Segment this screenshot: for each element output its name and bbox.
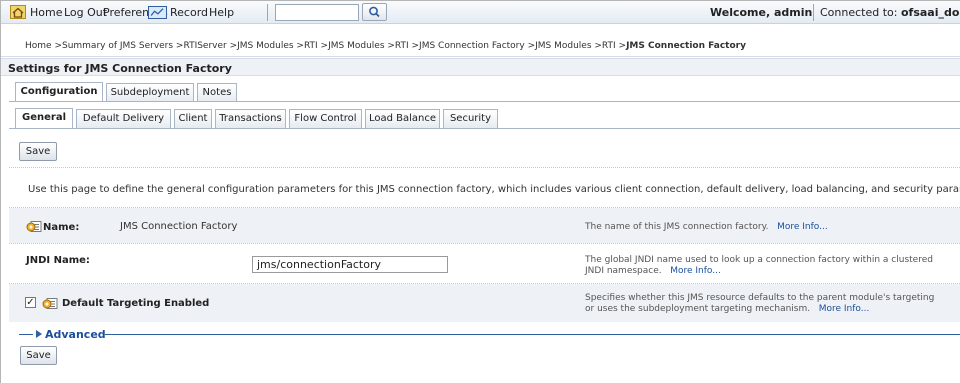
targeting-help: Specifies whether this JMS resource defa…	[585, 293, 934, 315]
breadcrumb: Home >Summary of JMS Servers >RTIServer …	[25, 41, 746, 51]
breadcrumb-path[interactable]: Home >Summary of JMS Servers >RTIServer …	[25, 41, 626, 51]
divider	[9, 243, 960, 244]
subtab-client[interactable]: Client	[174, 109, 212, 128]
targeting-help-line1: Specifies whether this JMS resource defa…	[585, 293, 935, 303]
tab-subdeployment[interactable]: Subdeployment	[106, 83, 194, 102]
record-icon[interactable]	[148, 6, 167, 19]
help-link[interactable]: Help	[209, 6, 234, 19]
gear-icon[interactable]	[42, 297, 58, 310]
divider	[9, 167, 960, 168]
name-help: The name of this JMS connection factory.…	[585, 222, 828, 233]
home-icon[interactable]	[10, 5, 26, 19]
default-targeting-label: Default Targeting Enabled	[62, 298, 210, 309]
targeting-help-line2: or uses the subdeployment targeting mech…	[585, 304, 811, 314]
advanced-toggle[interactable]: Advanced	[45, 328, 106, 341]
tab-notes[interactable]: Notes	[197, 83, 237, 102]
connected-info: Connected to: ofsaai_doma	[820, 6, 960, 19]
subtab-flow-control[interactable]: Flow Control	[289, 109, 362, 128]
toolbar-divider-right	[813, 4, 814, 21]
domain-name: ofsaai_doma	[900, 6, 960, 19]
search-input[interactable]	[275, 4, 359, 21]
targeting-more-info-link[interactable]: More Info...	[819, 304, 870, 314]
toolbar-divider	[267, 4, 268, 21]
name-help-text: The name of this JMS connection factory.	[585, 222, 769, 232]
welcome-text: Welcome, admin	[710, 6, 813, 19]
record-link[interactable]: Record	[170, 6, 208, 19]
jndi-name-field[interactable]: jms/connectionFactory	[252, 256, 448, 273]
page-title: Settings for JMS Connection Factory	[1, 58, 960, 76]
connected-label: Connected to:	[820, 6, 898, 19]
subtab-general[interactable]: General	[15, 108, 73, 128]
search-button[interactable]	[362, 3, 387, 21]
subtab-load-balance[interactable]: Load Balance	[365, 109, 440, 128]
save-button-bottom[interactable]: Save	[20, 346, 57, 365]
jndi-help-line1: The global JNDI name used to look up a c…	[585, 255, 933, 265]
name-more-info-link[interactable]: More Info...	[777, 222, 828, 232]
home-link[interactable]: Home	[30, 6, 62, 19]
gear-icon[interactable]	[26, 220, 42, 233]
save-button-top[interactable]: Save	[19, 142, 57, 161]
jndi-more-info-link[interactable]: More Info...	[670, 266, 721, 276]
logout-link[interactable]: Log Out	[64, 6, 107, 19]
main-tabs-baseline	[9, 101, 960, 102]
jndi-help-line2: JNDI namespace.	[585, 266, 662, 276]
top-toolbar: Home Log Out Preferences Record Help Wel…	[1, 1, 960, 24]
advanced-line-left	[19, 334, 33, 335]
subtab-default-delivery[interactable]: Default Delivery	[76, 109, 171, 128]
name-value: JMS Connection Factory	[120, 221, 238, 232]
sub-tabs-baseline	[9, 128, 960, 129]
breadcrumb-current: JMS Connection Factory	[626, 41, 746, 51]
subtab-transactions[interactable]: Transactions	[215, 109, 286, 128]
name-label: Name:	[43, 222, 80, 233]
search-icon	[369, 6, 380, 18]
expand-triangle-icon[interactable]	[36, 330, 42, 338]
intro-text: Use this page to define the general conf…	[28, 184, 960, 195]
breadcrumb-divider	[1, 56, 960, 57]
jndi-help: The global JNDI name used to look up a c…	[585, 255, 933, 277]
advanced-line-right	[105, 334, 960, 335]
tab-configuration[interactable]: Configuration	[15, 82, 103, 102]
default-targeting-checkbox[interactable]: ✓	[25, 297, 36, 308]
jndi-label: JNDI Name:	[26, 255, 90, 266]
subtab-security[interactable]: Security	[443, 109, 498, 128]
